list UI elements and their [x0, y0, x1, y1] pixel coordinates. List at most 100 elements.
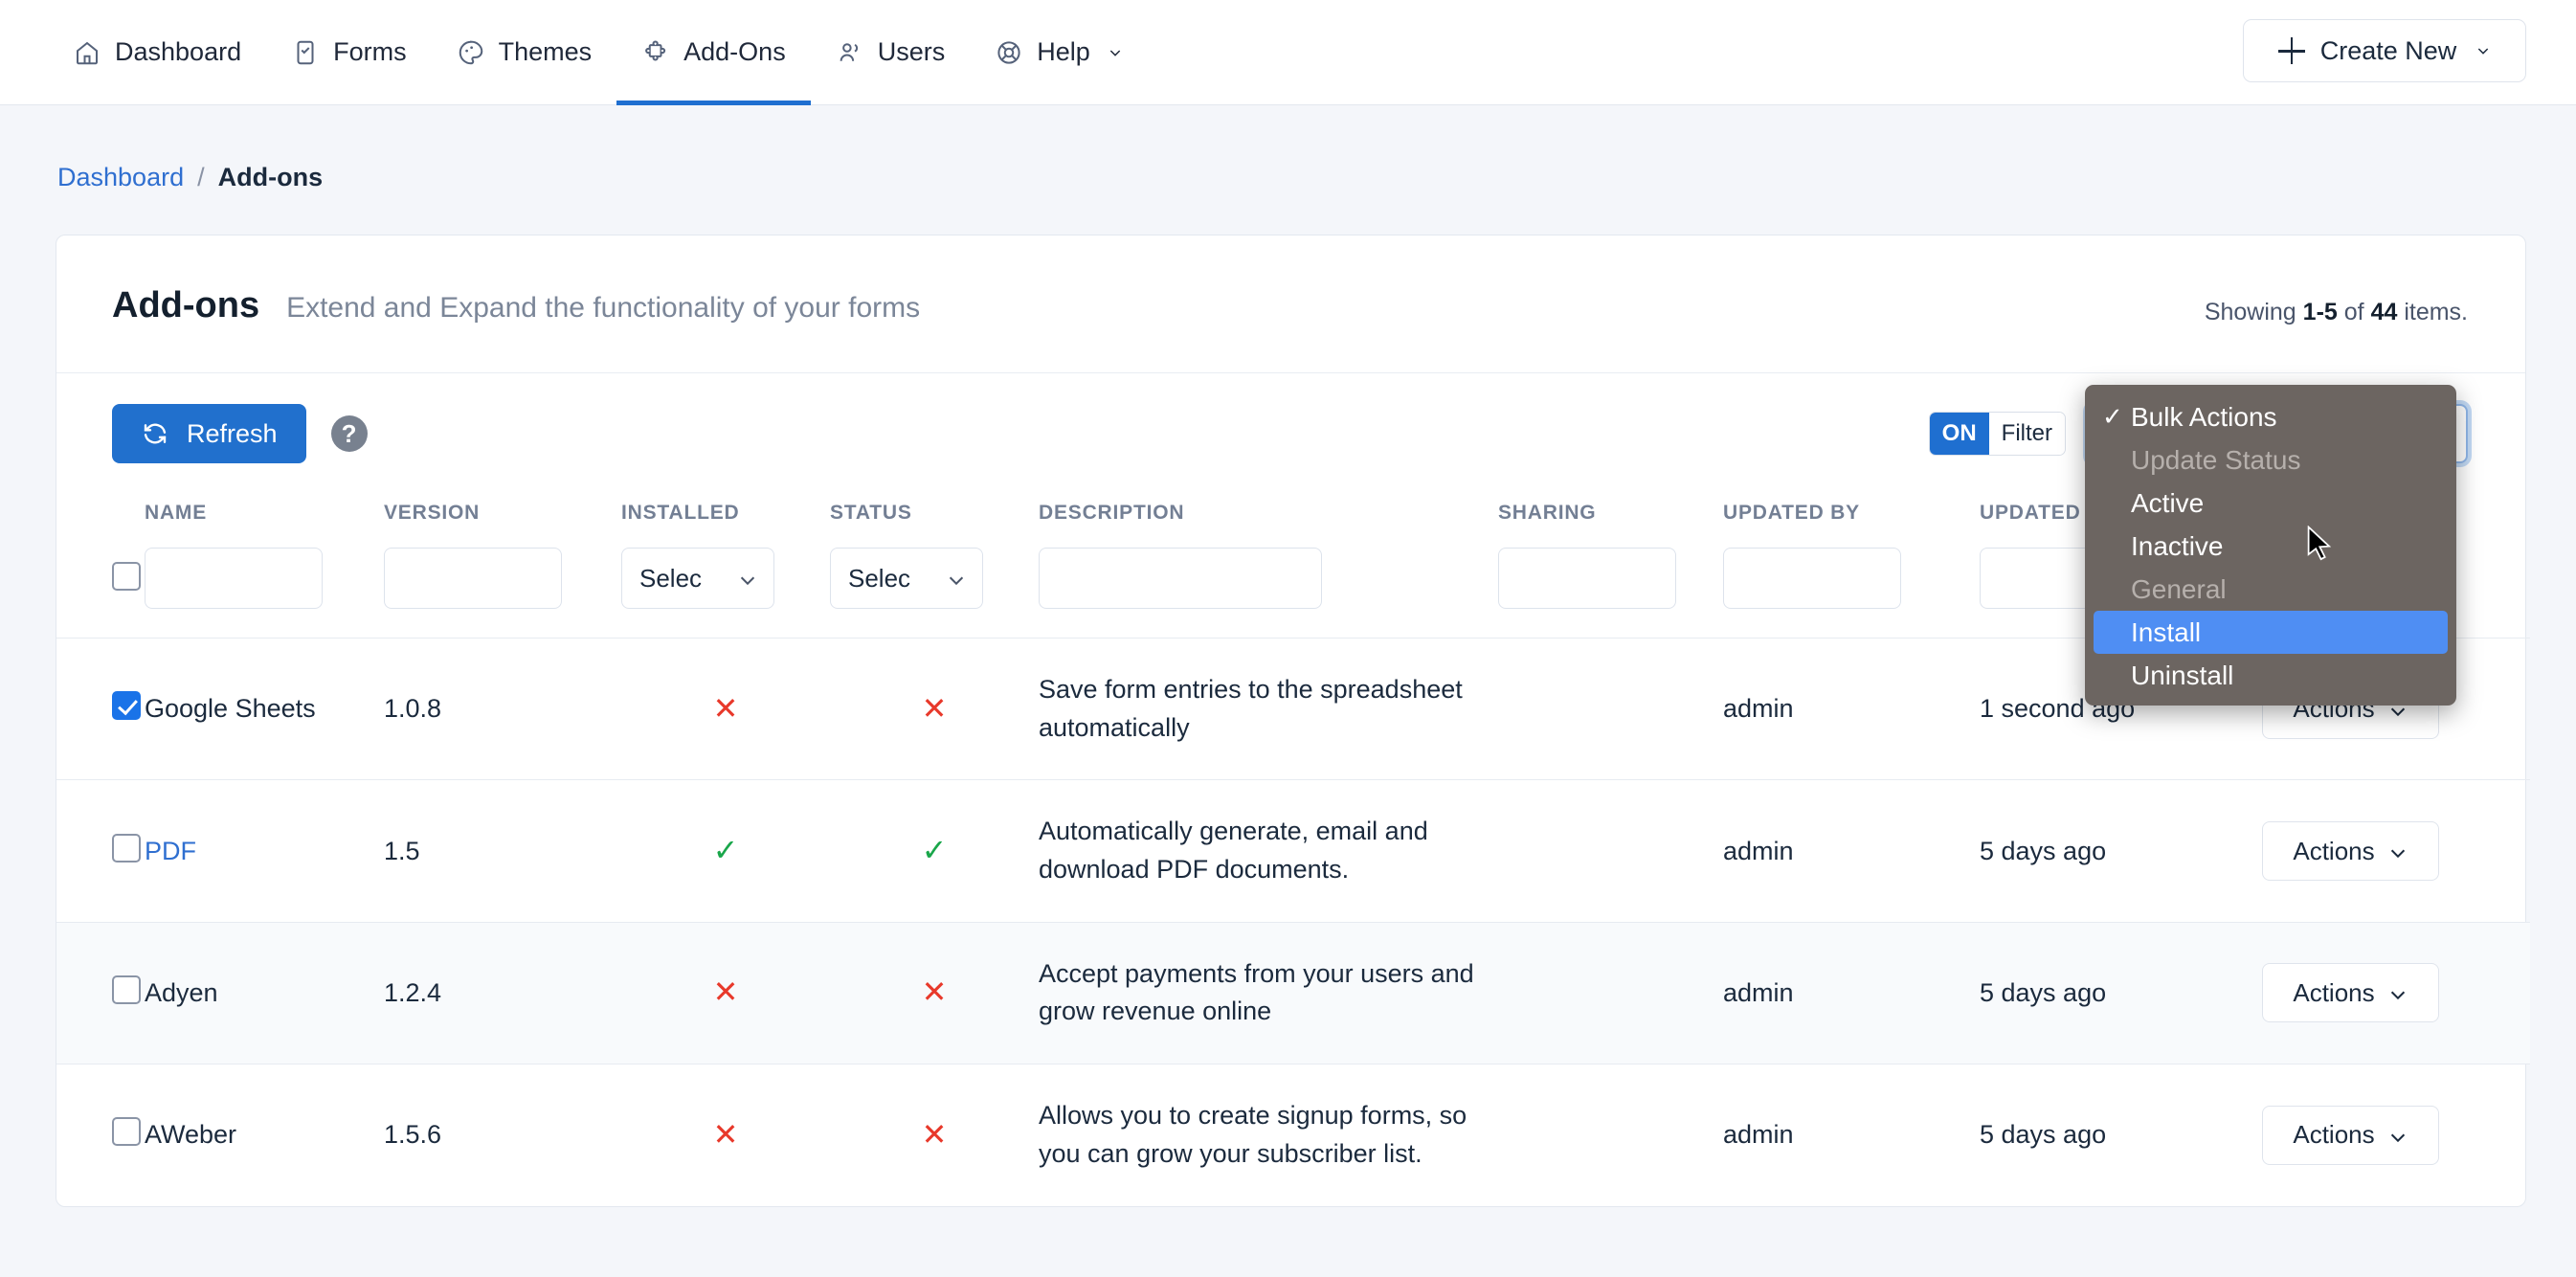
row-checkbox-cell: [56, 1064, 145, 1206]
nav-label: Dashboard: [115, 37, 241, 67]
nav-item-users[interactable]: Users: [811, 0, 971, 105]
row-description: Automatically generate, email and downlo…: [1039, 780, 1498, 922]
cross-icon: ✕: [922, 975, 948, 1009]
row-actions-label: Actions: [2293, 837, 2374, 866]
showing-count: Showing 1-5 of 44 items.: [2205, 299, 2468, 326]
row-version: 1.5: [384, 780, 621, 922]
palette-icon: [457, 38, 485, 67]
table-body: Google Sheets 1.0.8 ✕ ✕ Save form entrie…: [56, 638, 2530, 1206]
question-mark-icon[interactable]: ?: [331, 415, 368, 452]
mouse-cursor-icon: [2307, 526, 2332, 562]
filter-sharing-input[interactable]: [1498, 548, 1676, 609]
showing-suffix: items.: [2397, 299, 2468, 325]
table-row: PDF 1.5 ✓ ✓ Automatically generate, emai…: [56, 780, 2530, 922]
filter-status-select[interactable]: Selec: [830, 548, 983, 609]
row-version: 1.5.6: [384, 1064, 621, 1206]
showing-total: 44: [2371, 299, 2398, 325]
row-updated-by: admin: [1723, 638, 1980, 780]
row-version: 1.2.4: [384, 922, 621, 1064]
page-subtitle: Extend and Expand the functionality of y…: [286, 292, 920, 325]
row-updated-by: admin: [1723, 780, 1980, 922]
bulk-menu-label: Inactive: [2131, 531, 2224, 562]
table-row: AWeber 1.5.6 ✕ ✕ Allows you to create si…: [56, 1064, 2530, 1206]
chevron-down-icon: [946, 568, 967, 589]
row-version: 1.0.8: [384, 638, 621, 780]
nav-label: Themes: [499, 37, 593, 67]
nav-item-help[interactable]: Help: [970, 0, 1148, 105]
row-checkbox-cell: [56, 922, 145, 1064]
filter-toggle[interactable]: ON Filter: [1929, 412, 2066, 456]
header-updated-by: UPDATED BY: [1723, 488, 1980, 540]
nav-label: Forms: [333, 37, 407, 67]
toolbar-right-group: ON Filter ✓ Bulk Actions Update Status A…: [1929, 404, 2468, 463]
select-all-checkbox[interactable]: [112, 562, 141, 591]
check-icon: ✓: [2102, 402, 2131, 432]
nav-label: Add-Ons: [683, 37, 786, 67]
bulk-menu-group-update-status: Update Status: [2085, 438, 2456, 482]
check-icon: ✓: [922, 833, 948, 867]
breadcrumb-link-dashboard[interactable]: Dashboard: [57, 163, 184, 192]
check-icon: ✓: [713, 833, 739, 867]
row-name-link[interactable]: PDF: [145, 837, 196, 865]
bulk-menu-item-install[interactable]: Install: [2094, 611, 2448, 654]
row-sharing: [1498, 922, 1723, 1064]
row-updated: 5 days ago: [1980, 1064, 2262, 1206]
breadcrumb-separator: /: [197, 163, 205, 192]
bulk-actions-menu: ✓ Bulk Actions Update Status Active Inac…: [2085, 385, 2456, 706]
row-checkbox[interactable]: [112, 1117, 141, 1146]
bulk-menu-label: Uninstall: [2131, 661, 2233, 691]
header-version: VERSION: [384, 488, 621, 540]
row-actions-button[interactable]: Actions: [2262, 1106, 2439, 1165]
row-actions-label: Actions: [2293, 1120, 2374, 1150]
row-name: Adyen: [145, 922, 384, 1064]
row-actions-cell: Actions: [2262, 922, 2530, 1064]
filter-name-input[interactable]: [145, 548, 323, 609]
page-title: Add-ons: [112, 285, 259, 326]
filter-sharing-cell: [1498, 540, 1723, 638]
bulk-menu-item-inactive[interactable]: Inactive: [2085, 525, 2456, 568]
showing-mid: of: [2338, 299, 2371, 325]
breadcrumb-current: Add-ons: [218, 163, 323, 192]
bulk-menu-label: Active: [2131, 488, 2204, 519]
header-status: STATUS: [830, 488, 1039, 540]
users-icon: [836, 38, 864, 67]
bulk-menu-item-uninstall[interactable]: Uninstall: [2085, 654, 2456, 697]
cross-icon: ✕: [713, 691, 739, 726]
row-updated-by: admin: [1723, 922, 1980, 1064]
bulk-menu-item-active[interactable]: Active: [2085, 482, 2456, 525]
row-actions-button[interactable]: Actions: [2262, 963, 2439, 1022]
bulk-menu-item-bulk-actions[interactable]: ✓ Bulk Actions: [2085, 395, 2456, 438]
filter-description-input[interactable]: [1039, 548, 1322, 609]
cross-icon: ✕: [922, 691, 948, 726]
nav-item-forms[interactable]: Forms: [266, 0, 432, 105]
row-checkbox[interactable]: [112, 691, 141, 720]
cross-icon: ✕: [713, 975, 739, 1009]
chevron-down-icon: [2387, 840, 2408, 862]
filter-status-cell: Selec: [830, 540, 1039, 638]
filter-toggle-on-label: ON: [1930, 413, 1989, 455]
nav-item-themes[interactable]: Themes: [432, 0, 617, 105]
row-actions-cell: Actions: [2262, 780, 2530, 922]
row-actions-button[interactable]: Actions: [2262, 821, 2439, 881]
create-new-button[interactable]: Create New: [2243, 19, 2526, 82]
row-checkbox-cell: [56, 638, 145, 780]
row-checkbox[interactable]: [112, 834, 141, 863]
home-icon: [73, 38, 101, 67]
filter-updated-by-input[interactable]: [1723, 548, 1901, 609]
row-sharing: [1498, 1064, 1723, 1206]
top-navigation-bar: Dashboard Forms Themes Add-Ons Users: [0, 0, 2576, 105]
filter-installed-cell: Selec: [621, 540, 830, 638]
showing-prefix: Showing: [2205, 299, 2303, 325]
row-installed: ✕: [621, 638, 830, 780]
filter-installed-select[interactable]: Selec: [621, 548, 774, 609]
filter-version-input[interactable]: [384, 548, 562, 609]
chevron-down-icon: [2475, 43, 2491, 58]
nav-item-dashboard[interactable]: Dashboard: [48, 0, 266, 105]
refresh-button[interactable]: Refresh: [112, 404, 306, 463]
bulk-menu-label: General: [2131, 574, 2227, 605]
row-updated: 5 days ago: [1980, 922, 2262, 1064]
form-check-icon: [291, 38, 320, 67]
row-status: ✕: [830, 1064, 1039, 1206]
nav-item-add-ons[interactable]: Add-Ons: [616, 0, 811, 105]
row-checkbox[interactable]: [112, 975, 141, 1004]
